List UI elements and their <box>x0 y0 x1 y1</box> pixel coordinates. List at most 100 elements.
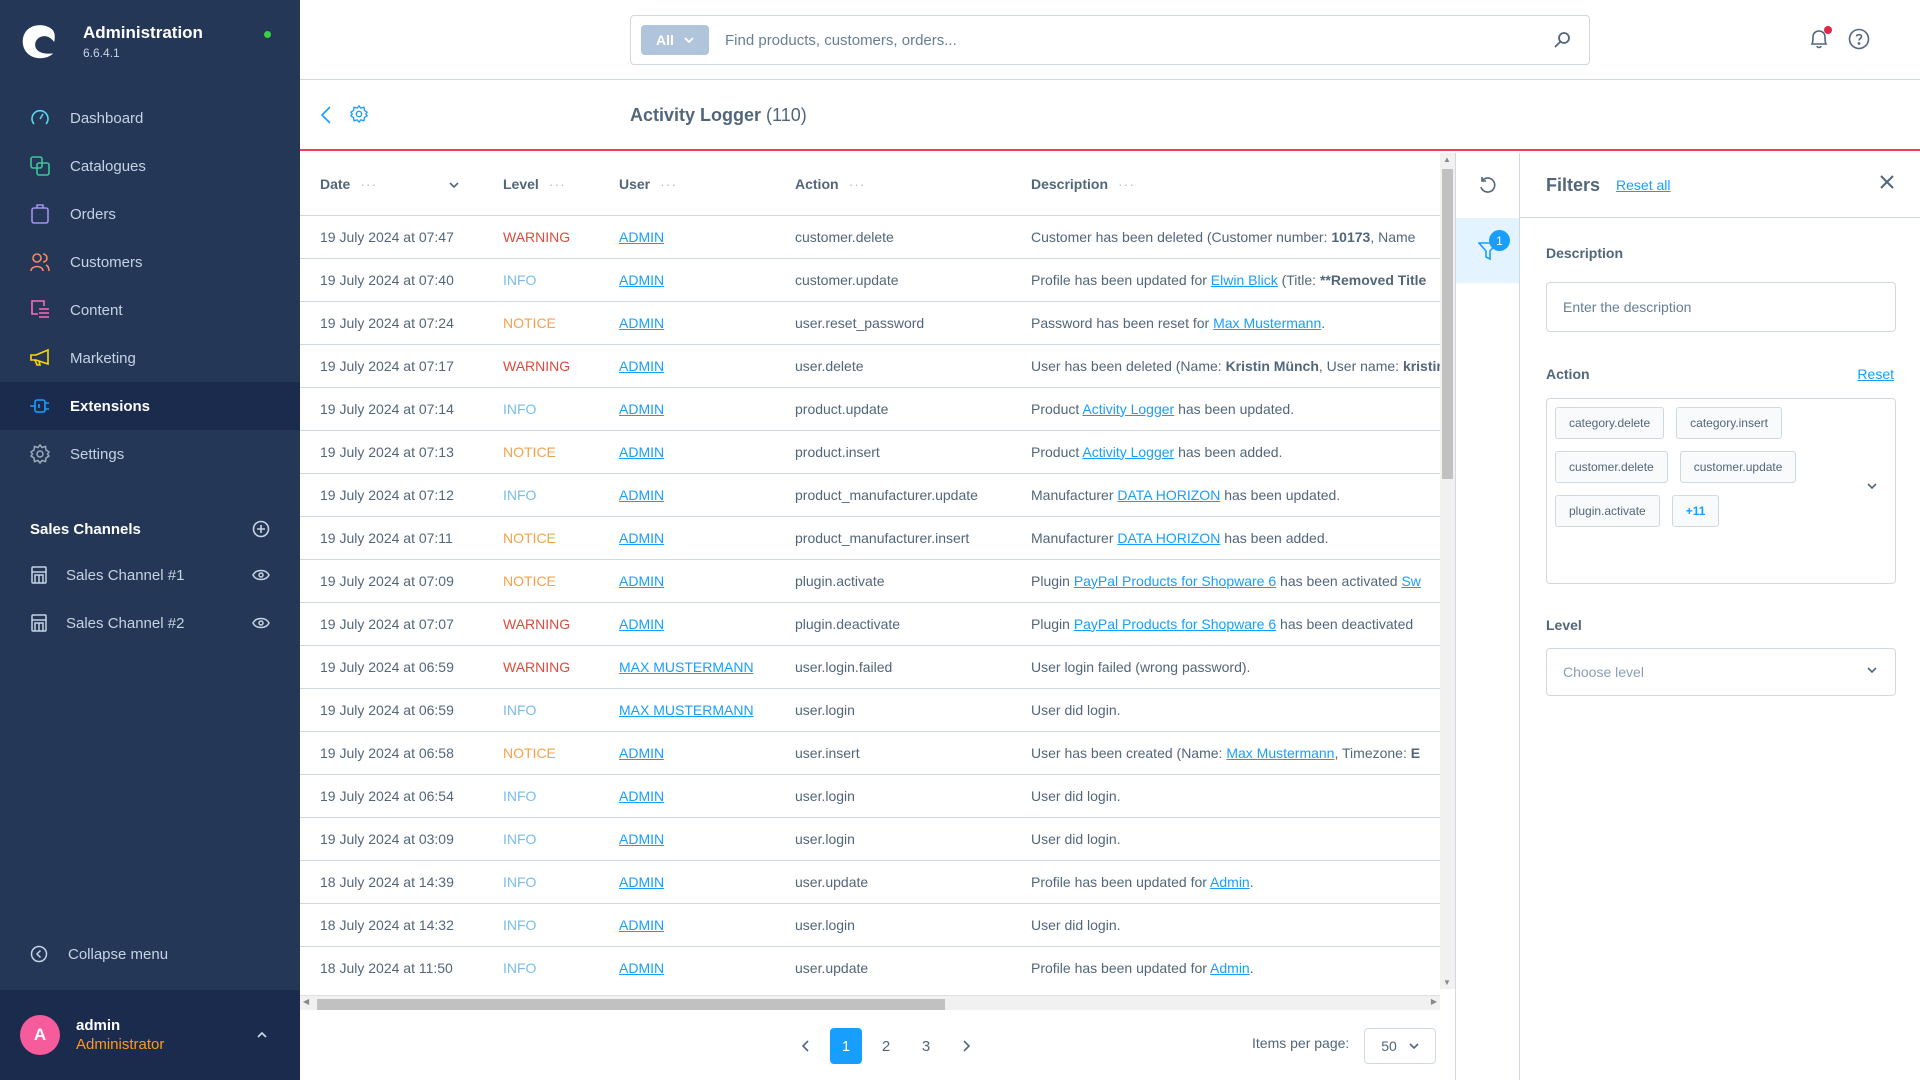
sales-channel-item[interactable]: Sales Channel #1 <box>0 551 300 599</box>
description-link[interactable]: Activity Logger <box>1082 401 1174 417</box>
sidebar-item-dashboard[interactable]: Dashboard <box>0 94 300 142</box>
page-button-1[interactable]: 1 <box>830 1028 862 1064</box>
table-row[interactable]: 19 July 2024 at 07:14 INFO ADMIN product.up… <box>300 387 1440 431</box>
search-icon[interactable] <box>1553 31 1571 49</box>
user-link[interactable]: ADMIN <box>619 917 664 933</box>
settings-button[interactable] <box>350 105 368 123</box>
user-link[interactable]: ADMIN <box>619 745 664 761</box>
table-row[interactable]: 19 July 2024 at 06:58 NOTICE ADMIN user.ins… <box>300 731 1440 775</box>
visibility-toggle[interactable] <box>252 569 270 581</box>
description-link[interactable]: Sw <box>1401 573 1420 589</box>
user-link[interactable]: ADMIN <box>619 487 664 503</box>
column-header-action[interactable]: Action ··· <box>775 153 1011 216</box>
reset-all-filters-link[interactable]: Reset all <box>1616 177 1670 193</box>
user-link[interactable]: ADMIN <box>619 272 664 288</box>
table-row[interactable]: 19 July 2024 at 07:13 NOTICE ADMIN product.… <box>300 430 1440 474</box>
description-link[interactable]: Admin <box>1210 960 1250 976</box>
user-link[interactable]: ADMIN <box>619 444 664 460</box>
next-page-button[interactable] <box>950 1028 982 1064</box>
action-chip[interactable]: customer.delete <box>1555 451 1668 483</box>
table-row[interactable]: 19 July 2024 at 06:59 INFO MAX MUSTERMANN u… <box>300 688 1440 732</box>
scroll-left-arrow[interactable]: ◀ <box>303 997 309 1006</box>
user-link[interactable]: ADMIN <box>619 616 664 632</box>
sidebar-item-content[interactable]: Content <box>0 286 300 334</box>
level-filter-select[interactable]: Choose level <box>1546 648 1896 696</box>
action-chip[interactable]: category.insert <box>1676 407 1782 439</box>
description-link[interactable]: DATA HORIZON <box>1117 487 1220 503</box>
description-link[interactable]: PayPal Products for Shopware 6 <box>1074 616 1276 632</box>
column-header-level[interactable]: Level ··· <box>483 153 599 216</box>
scrollbar-thumb[interactable] <box>1442 169 1453 479</box>
page-button-3[interactable]: 3 <box>910 1028 942 1064</box>
user-link[interactable]: ADMIN <box>619 960 664 976</box>
description-link[interactable]: Elwin Blick <box>1211 272 1278 288</box>
sales-channel-item[interactable]: Sales Channel #2 <box>0 599 300 647</box>
table-row[interactable]: 18 July 2024 at 14:39 INFO ADMIN user.updat… <box>300 860 1440 904</box>
action-chip[interactable]: customer.update <box>1679 451 1797 483</box>
table-row[interactable]: 19 July 2024 at 07:09 NOTICE ADMIN plugin.a… <box>300 559 1440 603</box>
help-button[interactable] <box>1848 28 1870 50</box>
scroll-up-arrow[interactable]: ▲ <box>1443 155 1451 164</box>
table-row[interactable]: 19 July 2024 at 07:11 NOTICE ADMIN product_… <box>300 516 1440 560</box>
description-filter-input[interactable] <box>1546 282 1896 332</box>
vertical-scrollbar[interactable]: ▲ ▼ <box>1440 153 1455 989</box>
table-row[interactable]: 19 July 2024 at 07:24 NOTICE ADMIN user.res… <box>300 301 1440 345</box>
sidebar-item-settings[interactable]: Settings <box>0 430 300 478</box>
scrollbar-thumb[interactable] <box>317 999 945 1010</box>
scroll-right-arrow[interactable]: ▶ <box>1431 997 1437 1006</box>
action-chip[interactable]: category.delete <box>1555 407 1665 439</box>
table-row[interactable]: 19 July 2024 at 07:47 WARNING ADMIN custome… <box>300 215 1440 259</box>
search-input[interactable] <box>725 31 1553 49</box>
description-link[interactable]: Max Mustermann <box>1213 315 1321 331</box>
description-link[interactable]: Max Mustermann <box>1226 745 1334 761</box>
add-sales-channel-button[interactable] <box>252 520 270 538</box>
description-link[interactable]: Admin <box>1210 874 1250 890</box>
description-link[interactable]: PayPal Products for Shopware 6 <box>1074 573 1276 589</box>
user-link[interactable]: ADMIN <box>619 315 664 331</box>
sidebar-item-orders[interactable]: Orders <box>0 190 300 238</box>
user-link[interactable]: ADMIN <box>619 530 664 546</box>
visibility-toggle[interactable] <box>252 617 270 629</box>
column-header-description[interactable]: Description ··· <box>1011 153 1440 216</box>
reset-action-filter-link[interactable]: Reset <box>1857 366 1894 382</box>
filter-toggle-button[interactable]: 1 <box>1456 218 1519 283</box>
table-row[interactable]: 18 July 2024 at 14:32 INFO ADMIN user.login… <box>300 903 1440 947</box>
description-link[interactable]: DATA HORIZON <box>1117 530 1220 546</box>
user-menu[interactable]: A admin Administrator <box>0 990 300 1080</box>
search-type-select[interactable]: All <box>641 25 709 55</box>
scroll-down-arrow[interactable]: ▼ <box>1443 978 1451 987</box>
table-row[interactable]: 19 July 2024 at 06:59 WARNING MAX MUSTERMA… <box>300 645 1440 689</box>
collapse-menu-button[interactable]: Collapse menu <box>30 945 168 963</box>
sidebar-item-extensions[interactable]: Extensions <box>0 382 300 430</box>
table-row[interactable]: 19 July 2024 at 07:40 INFO ADMIN customer.u… <box>300 258 1440 302</box>
user-link[interactable]: MAX MUSTERMANN <box>619 659 754 675</box>
table-row[interactable]: 19 July 2024 at 07:07 WARNING ADMIN plugin.… <box>300 602 1440 646</box>
column-header-date[interactable]: Date ··· <box>300 153 483 216</box>
more-actions-chip[interactable]: +11 <box>1671 495 1720 527</box>
user-link[interactable]: ADMIN <box>619 229 664 245</box>
column-header-user[interactable]: User ··· <box>599 153 775 216</box>
sidebar-item-customers[interactable]: Customers <box>0 238 300 286</box>
column-options-icon[interactable]: ··· <box>1118 176 1135 192</box>
column-options-icon[interactable]: ··· <box>549 176 566 192</box>
user-link[interactable]: ADMIN <box>619 874 664 890</box>
table-row[interactable]: 19 July 2024 at 07:12 INFO ADMIN product_ma… <box>300 473 1440 517</box>
description-link[interactable]: Activity Logger <box>1082 444 1174 460</box>
column-options-icon[interactable]: ··· <box>660 176 677 192</box>
sidebar-item-marketing[interactable]: Marketing <box>0 334 300 382</box>
sidebar-item-catalogues[interactable]: Catalogues <box>0 142 300 190</box>
table-row[interactable]: 19 July 2024 at 06:54 INFO ADMIN user.login… <box>300 774 1440 818</box>
items-per-page-select[interactable]: 50 <box>1364 1028 1436 1064</box>
horizontal-scrollbar[interactable]: ◀ ▶ <box>300 995 1440 1010</box>
sort-descending-icon[interactable] <box>449 176 459 192</box>
user-link[interactable]: MAX MUSTERMANN <box>619 702 754 718</box>
user-link[interactable]: ADMIN <box>619 401 664 417</box>
table-row[interactable]: 19 July 2024 at 03:09 INFO ADMIN user.login… <box>300 817 1440 861</box>
previous-page-button[interactable] <box>790 1028 822 1064</box>
user-link[interactable]: ADMIN <box>619 358 664 374</box>
action-filter-multiselect[interactable]: category.delete category.insert customer… <box>1546 398 1896 584</box>
page-button-2[interactable]: 2 <box>870 1028 902 1064</box>
user-link[interactable]: ADMIN <box>619 831 664 847</box>
table-row[interactable]: 19 July 2024 at 07:17 WARNING ADMIN user.de… <box>300 344 1440 388</box>
user-link[interactable]: ADMIN <box>619 788 664 804</box>
